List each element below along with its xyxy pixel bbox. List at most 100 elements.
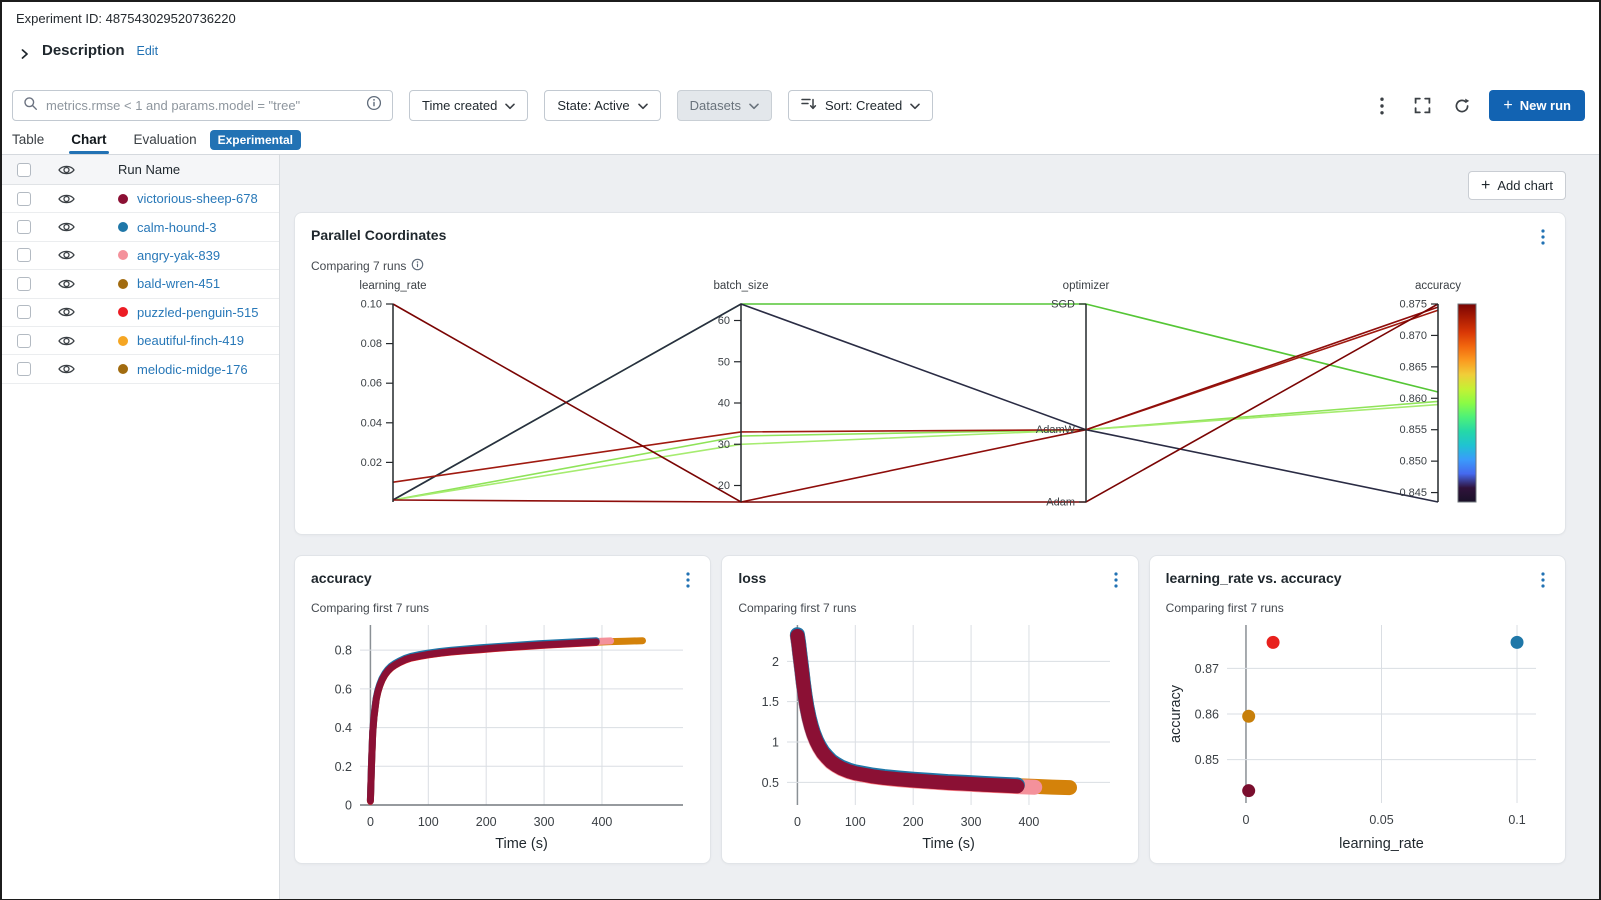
chart-subtitle: Comparing first 7 runs: [738, 601, 856, 615]
run-visibility-toggle[interactable]: [46, 334, 86, 348]
runs-panel: Run Name victorious-sheep-678 calm-hound-…: [2, 155, 280, 899]
select-all-checkbox[interactable]: [17, 163, 31, 177]
svg-text:0.08: 0.08: [361, 338, 382, 350]
parallel-coordinates-plot[interactable]: learning_rate0.100.080.060.040.02batch_s…: [311, 276, 1552, 524]
run-name-link[interactable]: beautiful-finch-419: [137, 333, 244, 348]
state-filter[interactable]: State: Active: [544, 90, 660, 121]
run-row: bald-wren-451: [2, 270, 279, 298]
run-checkbox[interactable]: [17, 220, 31, 234]
fullscreen-icon[interactable]: [1409, 93, 1435, 119]
svg-text:0.4: 0.4: [335, 721, 352, 735]
chevron-down-icon: [638, 98, 648, 113]
run-name-link[interactable]: angry-yak-839: [137, 248, 220, 263]
run-name-link[interactable]: victorious-sheep-678: [137, 191, 258, 206]
run-row: puzzled-penguin-515: [2, 299, 279, 327]
svg-text:Adam: Adam: [1046, 497, 1075, 509]
svg-text:0.87: 0.87: [1194, 662, 1218, 676]
run-checkbox[interactable]: [17, 305, 31, 319]
run-color-dot: [118, 194, 128, 204]
edit-description-link[interactable]: Edit: [137, 44, 159, 58]
run-list: victorious-sheep-678 calm-hound-3 angry-ya…: [2, 185, 279, 384]
run-checkbox[interactable]: [17, 192, 31, 206]
run-visibility-toggle[interactable]: [46, 277, 86, 291]
mlflow-experiment-page: { "colors": { "accent": "#2272b4", "new_…: [0, 0, 1601, 900]
run-checkbox[interactable]: [17, 248, 31, 262]
run-color-dot: [118, 364, 128, 374]
run-name-link[interactable]: puzzled-penguin-515: [137, 305, 258, 320]
search-icon: [23, 96, 38, 116]
chart-menu-icon[interactable]: [1537, 227, 1549, 252]
experimental-badge[interactable]: Experimental: [210, 130, 301, 150]
svg-text:Time (s): Time (s): [495, 836, 548, 852]
svg-text:30: 30: [718, 439, 730, 451]
svg-text:400: 400: [592, 815, 613, 829]
run-checkbox[interactable]: [17, 334, 31, 348]
tab-chart[interactable]: Chart: [71, 132, 106, 154]
svg-text:0.02: 0.02: [361, 457, 382, 469]
run-checkbox[interactable]: [17, 362, 31, 376]
sort-icon: [801, 97, 817, 114]
refresh-icon[interactable]: [1449, 93, 1475, 119]
search-box[interactable]: [12, 90, 393, 121]
svg-text:40: 40: [718, 398, 730, 410]
run-visibility-toggle[interactable]: [46, 220, 86, 234]
run-visibility-toggle[interactable]: [46, 362, 86, 376]
add-chart-button[interactable]: + Add chart: [1468, 171, 1566, 200]
accuracy-line-chart[interactable]: 010020030040000.20.40.60.8Time (s): [310, 617, 695, 855]
tab-table[interactable]: Table: [12, 132, 44, 154]
run-row: angry-yak-839: [2, 242, 279, 270]
run-row: victorious-sheep-678: [2, 185, 279, 213]
chart-subtitle: Comparing first 7 runs: [1166, 601, 1284, 615]
chart-menu-icon[interactable]: [1110, 570, 1122, 595]
chart-subtitle: Comparing first 7 runs: [311, 601, 429, 615]
run-name-link[interactable]: calm-hound-3: [137, 220, 217, 235]
run-row: beautiful-finch-419: [2, 327, 279, 355]
chevron-right-icon[interactable]: [20, 46, 30, 56]
new-run-button[interactable]: + New run: [1489, 90, 1585, 121]
svg-text:0.6: 0.6: [335, 682, 352, 696]
svg-text:20: 20: [718, 480, 730, 492]
run-visibility-toggle[interactable]: [46, 192, 86, 206]
svg-text:300: 300: [961, 815, 982, 829]
run-visibility-toggle[interactable]: [46, 305, 86, 319]
svg-text:200: 200: [903, 815, 924, 829]
svg-text:0.855: 0.855: [1399, 424, 1427, 436]
svg-text:0.04: 0.04: [361, 417, 382, 429]
chart-menu-icon[interactable]: [682, 570, 694, 595]
run-name-link[interactable]: melodic-midge-176: [137, 362, 248, 377]
svg-text:0.86: 0.86: [1194, 708, 1218, 722]
chart-menu-icon[interactable]: [1537, 570, 1549, 595]
chart-title: Parallel Coordinates: [311, 227, 446, 243]
svg-text:SGD: SGD: [1051, 299, 1075, 311]
svg-text:0.1: 0.1: [1508, 813, 1525, 827]
run-name-link[interactable]: bald-wren-451: [137, 276, 220, 291]
datasets-filter[interactable]: Datasets: [677, 90, 772, 121]
svg-text:400: 400: [1019, 815, 1040, 829]
search-input[interactable]: [46, 98, 358, 113]
run-visibility-toggle[interactable]: [46, 248, 86, 262]
svg-text:optimizer: optimizer: [1063, 280, 1110, 292]
run-color-dot: [118, 222, 128, 232]
info-icon[interactable]: [411, 258, 424, 274]
visibility-all-toggle[interactable]: [46, 163, 86, 177]
learning-rate-accuracy-scatter[interactable]: 00.050.10.850.860.87learning_rateaccurac…: [1165, 617, 1550, 855]
svg-text:0.10: 0.10: [361, 299, 382, 311]
tab-evaluation[interactable]: Evaluation: [134, 132, 197, 154]
more-options-icon[interactable]: [1369, 93, 1395, 119]
charts-panel: + Add chart Parallel Coordinates Compari…: [280, 155, 1599, 899]
scatter-chart-card: learning_rate vs. accuracy Comparing fir…: [1149, 555, 1566, 864]
svg-text:50: 50: [718, 356, 730, 368]
run-name-column-header: Run Name: [118, 162, 180, 177]
svg-text:learning_rate: learning_rate: [359, 280, 426, 292]
runs-table-header: Run Name: [2, 155, 279, 185]
chart-title: learning_rate vs. accuracy: [1166, 570, 1342, 586]
chevron-down-icon: [749, 98, 759, 113]
sort-filter[interactable]: Sort: Created: [788, 90, 933, 121]
svg-text:0.5: 0.5: [762, 776, 779, 790]
run-checkbox[interactable]: [17, 277, 31, 291]
time-created-filter[interactable]: Time created: [409, 90, 528, 121]
chart-subtitle: Comparing 7 runs: [311, 259, 406, 273]
plus-icon: +: [1481, 177, 1490, 195]
info-icon[interactable]: [366, 95, 382, 116]
loss-line-chart[interactable]: 01002003004000.511.52Time (s): [737, 617, 1122, 855]
